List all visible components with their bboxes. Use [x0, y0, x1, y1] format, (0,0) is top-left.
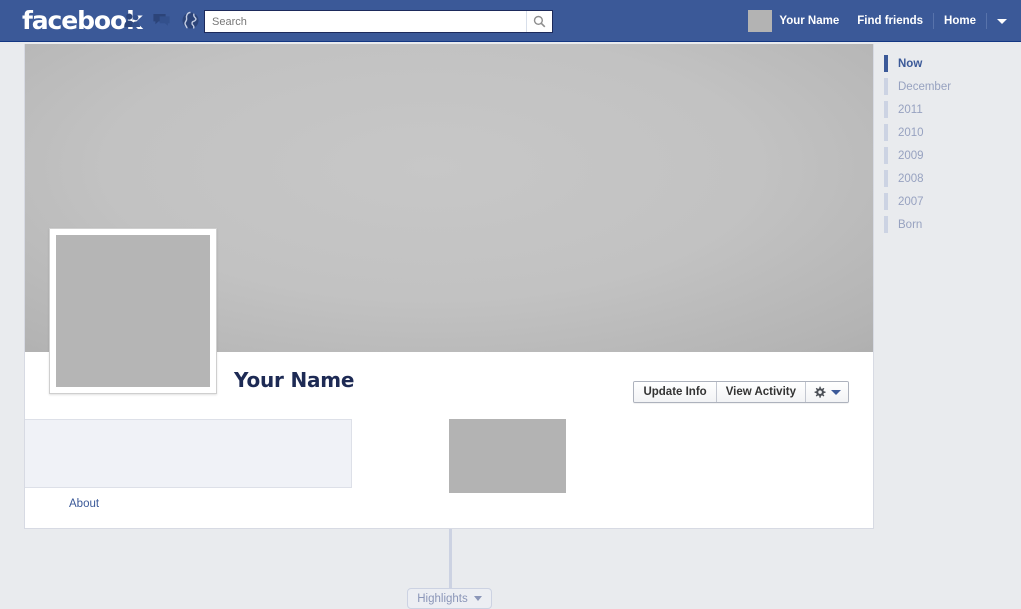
about-placeholder-box — [25, 419, 352, 488]
search-icon — [533, 15, 546, 28]
gear-icon — [814, 386, 826, 398]
highlights-label: Highlights — [417, 592, 468, 605]
search-bar[interactable] — [204, 10, 553, 33]
timeline-tick — [884, 55, 888, 72]
timeline-nav-item-born[interactable]: Born — [884, 213, 1004, 236]
chevron-down-icon — [831, 389, 841, 395]
timeline-nav-label: 2007 — [898, 195, 924, 208]
home-link[interactable]: Home — [934, 0, 986, 42]
profile-name-label: Your Name — [779, 15, 840, 27]
find-friends-link[interactable]: Find friends — [847, 0, 933, 42]
search-submit-button[interactable] — [526, 11, 552, 32]
timeline-nav-label: Now — [898, 57, 923, 70]
page-body: Your Name Update Info View Activity Abou… — [0, 42, 1021, 609]
account-menu-button[interactable] — [987, 0, 1021, 42]
timeline-year-navigation: Now December 2011 2010 2009 2008 2007 Bo… — [884, 52, 1004, 236]
highlights-button[interactable]: Highlights — [407, 588, 492, 609]
page-title: Your Name — [234, 368, 355, 392]
timeline-nav-item-2008[interactable]: 2008 — [884, 167, 1004, 190]
friend-requests-icon[interactable] — [123, 11, 142, 30]
top-navigation-inner: facebook Search Your Name Find friends H… — [0, 0, 1021, 42]
timeline-tick — [884, 216, 888, 233]
timeline-nav-label: 2011 — [898, 103, 923, 116]
timeline-nav-item-december[interactable]: December — [884, 75, 1004, 98]
timeline-tick — [884, 170, 888, 187]
timeline-tick — [884, 147, 888, 164]
timeline-spine — [449, 529, 452, 590]
top-right-navigation: Your Name Find friends Home — [742, 0, 1021, 42]
chevron-down-icon — [997, 18, 1007, 24]
timeline-nav-label: 2010 — [898, 126, 924, 139]
notifications-icon[interactable] — [181, 11, 200, 30]
messages-icon[interactable] — [152, 11, 171, 30]
timeline-nav-label: 2009 — [898, 149, 924, 162]
about-link[interactable]: About — [69, 498, 99, 510]
timeline-nav-label: December — [898, 80, 952, 93]
timeline-tick — [884, 101, 888, 118]
timeline-nav-item-2010[interactable]: 2010 — [884, 121, 1004, 144]
timeline-tick — [884, 193, 888, 210]
timeline-nav-item-2007[interactable]: 2007 — [884, 190, 1004, 213]
profile-link[interactable]: Your Name — [742, 0, 847, 42]
profile-picture[interactable] — [49, 228, 217, 394]
profile-settings-button[interactable] — [806, 382, 848, 402]
profile-card: Your Name Update Info View Activity Abou… — [24, 44, 874, 529]
timeline-tick — [884, 124, 888, 141]
media-placeholder-box[interactable] — [449, 419, 566, 493]
timeline-nav-item-2009[interactable]: 2009 — [884, 144, 1004, 167]
timeline-nav-label: 2008 — [898, 172, 924, 185]
timeline-nav-item-2011[interactable]: 2011 — [884, 98, 1004, 121]
search-input[interactable] — [205, 11, 526, 32]
timeline-nav-item-now[interactable]: Now — [884, 52, 1004, 75]
update-info-button[interactable]: Update Info — [634, 382, 717, 402]
top-navigation-bar: facebook Search Your Name Find friends H… — [0, 0, 1021, 42]
chevron-down-icon — [473, 596, 482, 601]
avatar — [748, 10, 773, 32]
view-activity-button[interactable]: View Activity — [716, 382, 806, 402]
profile-summary-row: About — [25, 406, 873, 527]
timeline-nav-label: Born — [898, 218, 923, 231]
profile-action-buttons: Update Info View Activity — [633, 381, 849, 403]
timeline-tick — [884, 78, 888, 95]
profile-picture-image — [56, 235, 210, 387]
top-nav-icon-group — [123, 11, 200, 30]
